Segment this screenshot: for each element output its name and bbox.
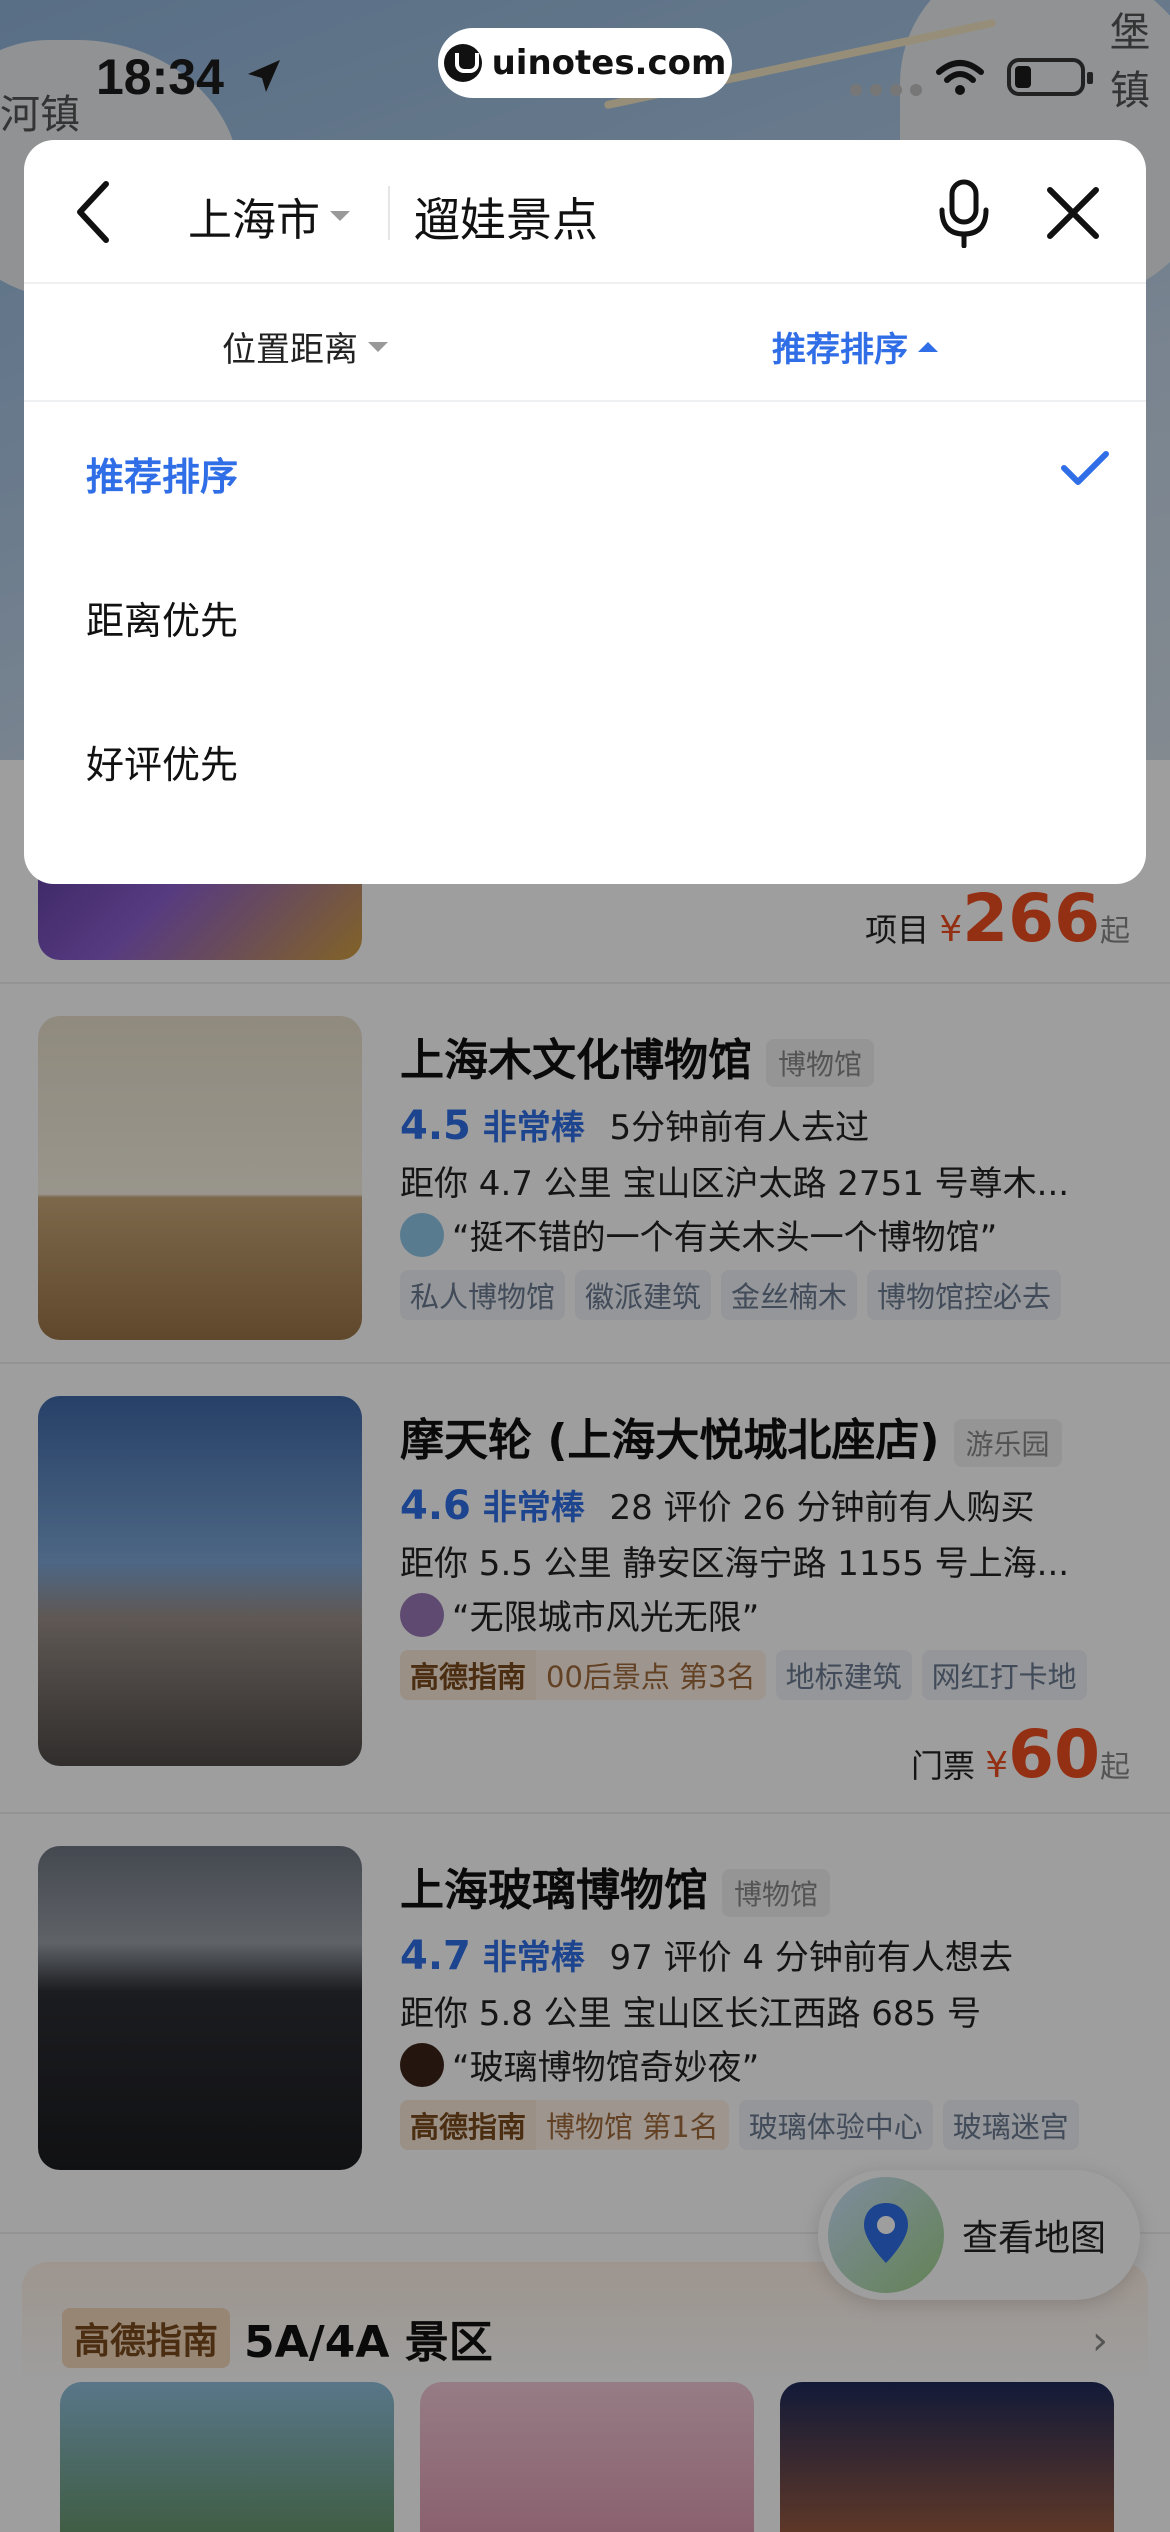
caret-up-icon xyxy=(918,341,938,352)
distance-filter[interactable]: 位置距离 xyxy=(222,322,388,371)
site-logo-icon xyxy=(443,44,482,82)
search-sort-panel: 上海市 遛娃景点 位置距离 推荐排序 推荐排序 距离优先 好评优先 xyxy=(24,140,1146,884)
city-label: 上海市 xyxy=(188,195,320,246)
cellular-signal-icon xyxy=(850,84,922,96)
search-input[interactable]: 遛娃景点 xyxy=(414,184,598,250)
caret-down-icon xyxy=(368,341,388,352)
filter-bar: 位置距离 推荐排序 xyxy=(24,284,1146,402)
microphone-icon[interactable] xyxy=(934,178,994,248)
status-bar: 18:34 uinotes.com xyxy=(0,0,1170,140)
sort-filter[interactable]: 推荐排序 xyxy=(772,322,938,371)
url-pill: uinotes.com xyxy=(438,28,732,98)
back-arrow-icon[interactable] xyxy=(66,176,126,248)
sort-option-rating[interactable]: 好评优先 xyxy=(86,734,238,789)
city-selector[interactable]: 上海市 xyxy=(188,184,350,248)
divider xyxy=(388,186,390,240)
status-time: 18:34 xyxy=(96,49,224,105)
sort-option-distance[interactable]: 距离优先 xyxy=(86,590,238,645)
location-arrow-icon xyxy=(248,60,280,92)
url-text: uinotes.com xyxy=(491,43,727,83)
checkmark-icon xyxy=(1061,451,1109,485)
close-icon[interactable] xyxy=(1044,184,1102,242)
wifi-icon xyxy=(936,60,984,95)
caret-down-icon xyxy=(330,211,350,221)
battery-icon xyxy=(1007,58,1093,96)
search-bar: 上海市 遛娃景点 xyxy=(24,140,1146,284)
sort-option-recommended[interactable]: 推荐排序 xyxy=(86,446,238,501)
